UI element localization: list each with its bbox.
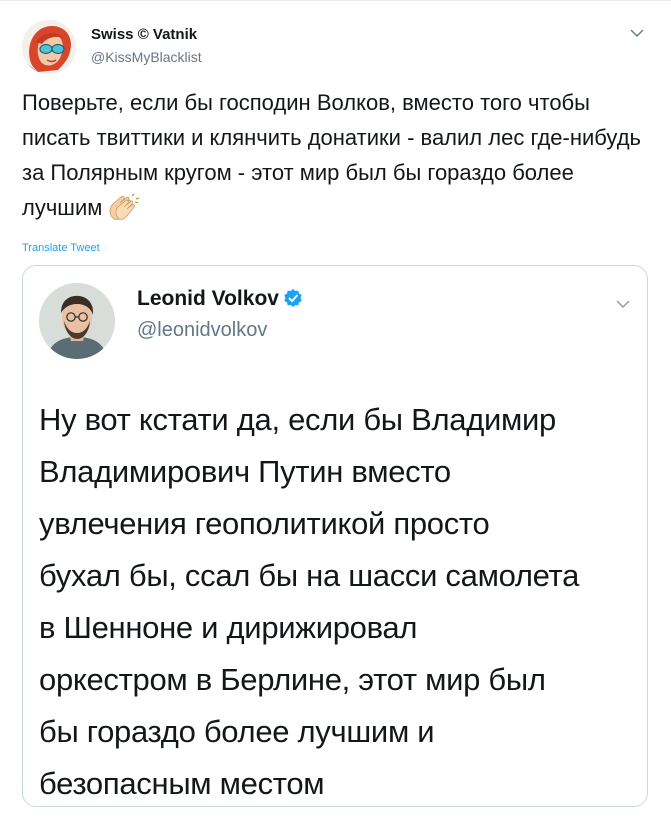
clapping-hands-icon bbox=[110, 193, 140, 220]
author-avatar[interactable] bbox=[22, 20, 76, 74]
tweet-card[interactable]: Swiss © Vatnik @KissMyBlacklist Поверьте… bbox=[0, 0, 671, 825]
quoted-text-line: оркестром в Берлине, этот мир был bbox=[39, 662, 546, 697]
quoted-author-display-name[interactable]: Leonid Volkov bbox=[137, 287, 303, 311]
quoted-author-handle[interactable]: @leonidvolkov bbox=[137, 319, 267, 342]
quoted-text-line: бухал бы, ссал бы на шасси самолета bbox=[39, 558, 580, 593]
cartoon-avatar-icon bbox=[22, 20, 76, 74]
author-handle[interactable]: @KissMyBlacklist bbox=[91, 49, 202, 65]
person-photo-icon bbox=[39, 283, 115, 359]
quoted-author-name-text: Leonid Volkov bbox=[137, 287, 279, 310]
quoted-text-line: в Шенноне и дирижировал bbox=[39, 610, 418, 645]
quoted-text-line: увлечения геополитикой просто bbox=[39, 506, 490, 541]
tweet-text: Поверьте, если бы господин Волков, вмест… bbox=[22, 85, 647, 225]
chevron-down-icon[interactable] bbox=[613, 294, 633, 314]
translate-tweet-link[interactable]: Translate Tweet bbox=[22, 242, 100, 254]
verified-badge-icon bbox=[284, 289, 302, 307]
chevron-down-icon[interactable] bbox=[627, 23, 647, 43]
quoted-tweet-text: Ну вот кстати да, если бы Владимир Влади… bbox=[39, 394, 639, 806]
quoted-text-line: Владимирович Путин вместо bbox=[39, 454, 451, 489]
quoted-text-line: Ну вот кстати да, если бы Владимир bbox=[39, 402, 556, 437]
quoted-author-avatar[interactable] bbox=[39, 283, 115, 359]
quoted-tweet[interactable]: Leonid Volkov @leonidvolkov Ну вот кстат… bbox=[22, 265, 648, 807]
quoted-text-line: безопасным местом bbox=[39, 766, 325, 801]
quoted-text-line: бы гораздо более лучшим и bbox=[39, 714, 435, 749]
author-display-name[interactable]: Swiss © Vatnik bbox=[91, 26, 197, 43]
